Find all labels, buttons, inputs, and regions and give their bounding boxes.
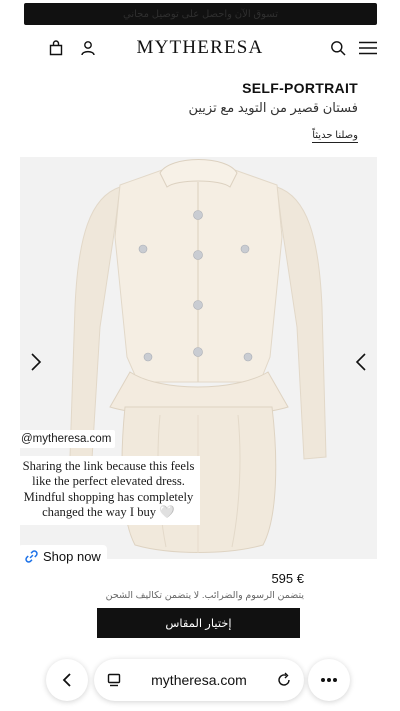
story-mention[interactable]: @mytheresa.com [17,430,116,448]
promo-text: تسوق الآن واحصل على توصيل مجاني [123,8,278,20]
site-header: MYTHERESA [22,30,378,66]
shop-now-link[interactable]: Shop now [18,545,107,568]
chevron-left-icon [62,673,71,687]
link-icon [25,550,38,563]
url-text: mytheresa.com [151,672,247,688]
more-button[interactable] [308,659,350,701]
shop-now-label: Shop now [43,549,101,564]
more-dots-icon [321,678,337,682]
new-arrival-badge: وصلنا حديثاً [312,130,358,143]
next-image-chevron-right-icon[interactable] [353,352,369,372]
story-caption: Sharing the link because this feels like… [17,456,200,525]
promo-banner[interactable]: تسوق الآن واحصل على توصيل مجاني [24,3,377,25]
browser-toolbar: mytheresa.com [0,651,400,711]
header-left-icons [46,38,98,58]
product-price: 595 € [271,571,304,586]
product-brand[interactable]: SELF-PORTRAIT [242,80,358,96]
user-icon[interactable] [78,38,98,58]
prev-image-chevron-left-icon[interactable] [28,352,44,372]
bag-icon[interactable] [46,38,66,58]
reload-icon[interactable] [276,672,292,688]
product-name: فستان قصير من التويد مع تزيين [188,100,358,115]
select-size-button[interactable]: إختيار المقاس [97,608,300,638]
address-bar[interactable]: mytheresa.com [94,659,304,701]
header-right-icons [328,38,378,58]
menu-icon[interactable] [358,38,378,58]
select-size-label: إختيار المقاس [165,618,232,630]
tax-note: يتضمن الرسوم والضرائب. لا يتضمن تكاليف ا… [105,590,304,601]
search-icon[interactable] [328,38,348,58]
tab-overview-icon[interactable] [106,672,122,688]
back-button[interactable] [46,659,88,701]
